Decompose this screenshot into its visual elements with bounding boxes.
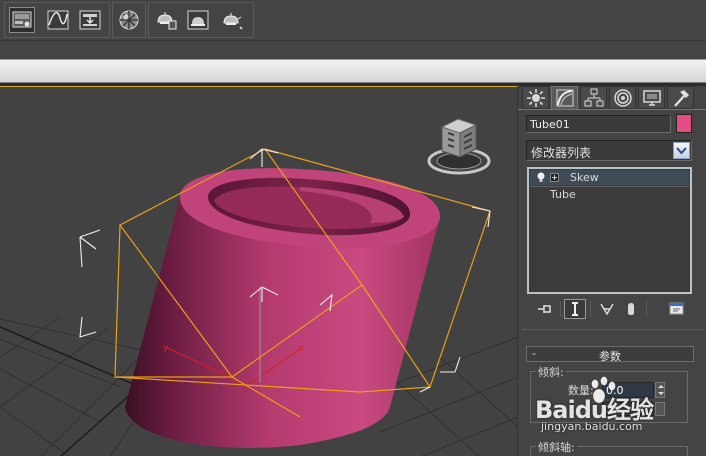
parameters-rollout-header[interactable]: - 参数 — [526, 346, 694, 363]
tab-hierarchy[interactable] — [580, 86, 607, 109]
toolbar-group-editors — [4, 2, 110, 38]
remove-modifier-button[interactable] — [620, 299, 642, 319]
tab-motion[interactable] — [609, 86, 636, 109]
stack-item-label: Skew — [570, 171, 599, 184]
skew-axis-label: 倾斜轴: — [536, 439, 577, 455]
viewcube[interactable] — [426, 113, 496, 177]
rollout-title: 参数 — [599, 350, 621, 363]
rendered-frame-window-icon — [187, 10, 209, 30]
lightbulb-icon[interactable] — [536, 172, 546, 183]
watermark-url: jingyan.baidu.com — [541, 420, 643, 433]
schematic-view-button[interactable] — [77, 7, 103, 33]
stack-item-label: Tube — [550, 188, 576, 201]
stack-item-skew[interactable]: Skew — [530, 170, 689, 185]
tab-create[interactable] — [522, 86, 549, 109]
gizmo-y-label: y — [163, 343, 169, 353]
viewcube-icon — [427, 118, 491, 175]
curve-editor-icon — [47, 10, 69, 30]
render-setup-icon — [157, 12, 177, 30]
utilities-hammer-icon — [673, 90, 689, 107]
object-color-swatch[interactable] — [676, 114, 692, 133]
motion-icon — [613, 89, 632, 107]
show-end-result-button[interactable] — [564, 299, 586, 319]
modifier-list-label: 修改器列表 — [531, 146, 592, 160]
show-end-result-icon — [572, 302, 578, 316]
stack-item-tube[interactable]: Tube — [530, 187, 689, 202]
modifier-stack: Skew Tube — [527, 167, 692, 294]
toolbar-separator — [590, 301, 591, 317]
ribbon-bar — [0, 59, 706, 83]
make-unique-button[interactable] — [596, 299, 618, 319]
expand-plus-icon[interactable] — [550, 173, 559, 182]
grid-axis-lines — [0, 326, 151, 456]
display-monitor-icon — [642, 90, 661, 106]
toolbar-group-material — [112, 2, 146, 38]
hierarchy-icon — [584, 88, 603, 107]
tab-display[interactable] — [638, 86, 665, 109]
render-setup-button[interactable] — [153, 7, 179, 33]
stack-toolbar — [526, 298, 694, 320]
make-unique-icon — [600, 303, 614, 316]
gizmo-x-label: x — [298, 344, 304, 354]
render-production-icon — [223, 13, 243, 30]
remove-modifier-icon — [628, 303, 634, 315]
baidu-watermark: Baidu经验 jingyan.baidu.com — [535, 374, 705, 436]
create-sun-icon — [526, 89, 545, 107]
toolbar-separator — [646, 301, 647, 317]
object-name-field[interactable] — [526, 115, 671, 133]
rendered-frame-window-button[interactable] — [185, 7, 211, 33]
render-production-button[interactable] — [219, 7, 245, 33]
chevron-down-icon — [676, 147, 687, 155]
material-editor-button[interactable] — [116, 7, 142, 33]
panel-divider — [522, 329, 704, 330]
toolbar-separator — [560, 301, 561, 317]
scene-explorer-icon — [12, 11, 32, 28]
configure-sets-icon — [669, 302, 684, 315]
material-editor-icon — [119, 10, 139, 30]
dropdown-arrow-button[interactable] — [673, 142, 690, 159]
pin-stack-icon — [538, 305, 551, 313]
tab-utilities[interactable] — [667, 86, 694, 109]
toolbar-group-render — [148, 2, 254, 38]
schematic-view-icon — [79, 10, 101, 30]
tab-divider — [518, 109, 706, 110]
pin-stack-button[interactable] — [534, 299, 556, 319]
modifier-list-dropdown[interactable]: 修改器列表 — [526, 140, 692, 161]
curve-editor-button[interactable] — [45, 7, 71, 33]
main-toolbar — [0, 0, 706, 40]
configure-modifier-sets-button[interactable] — [666, 299, 688, 319]
perspective-viewport[interactable]: y x — [0, 86, 518, 456]
command-panel-tabs — [520, 86, 704, 110]
toolbar-spacer — [0, 40, 706, 58]
modify-bend-icon — [556, 89, 573, 107]
scene-explorer-button[interactable] — [9, 7, 35, 33]
tab-modify[interactable] — [551, 86, 578, 109]
